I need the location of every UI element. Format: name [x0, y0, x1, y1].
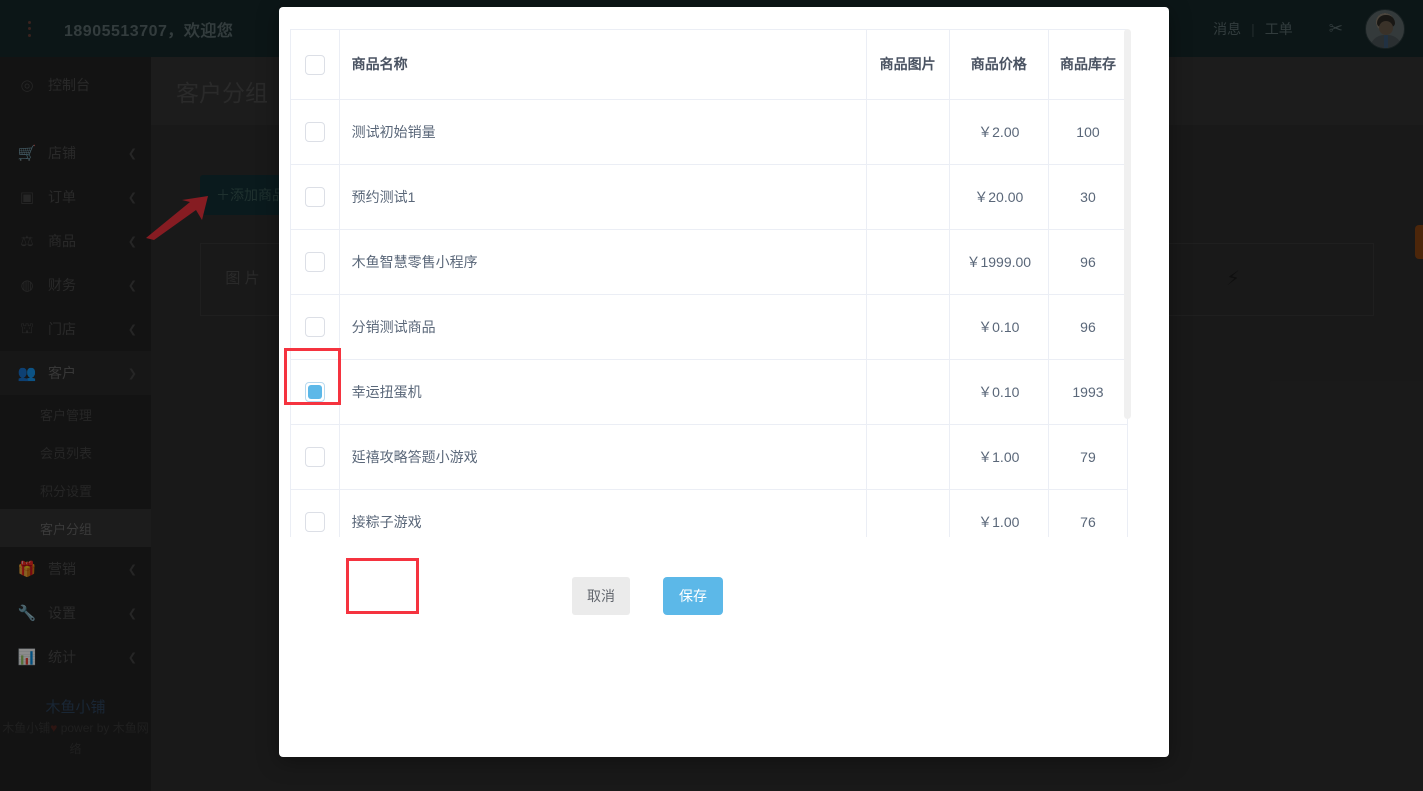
cell-product-image — [866, 165, 949, 230]
table-row[interactable]: 接粽子游戏 ￥1.0076 — [291, 490, 1128, 538]
modal-scrollbar-thumb[interactable] — [1124, 29, 1131, 419]
select-all-header — [291, 30, 340, 100]
row-checkbox-cell — [291, 425, 340, 490]
header-product-name: 商品名称 — [339, 30, 866, 100]
cell-product-name: 测试初始销量 — [339, 100, 866, 165]
cell-product-stock: 79 — [1048, 425, 1127, 490]
header-product-image: 商品图片 — [866, 30, 949, 100]
cell-product-image — [866, 360, 949, 425]
cell-product-image — [866, 295, 949, 360]
cell-product-name: 预约测试1 — [339, 165, 866, 230]
row-checkbox[interactable] — [305, 252, 325, 272]
modal-footer: 取消 保存 123 — [279, 543, 1169, 643]
cell-product-stock: 100 — [1048, 100, 1127, 165]
select-all-checkbox[interactable] — [305, 55, 325, 75]
cell-product-price: ￥0.10 — [949, 360, 1048, 425]
cancel-button[interactable]: 取消 — [572, 577, 630, 615]
cell-product-stock: 30 — [1048, 165, 1127, 230]
save-button-wrapper: 保存 — [651, 565, 735, 627]
save-button[interactable]: 保存 — [663, 577, 723, 615]
modal-body: 商品名称 商品图片 商品价格 商品库存 测试初始销量 ￥2.00100 预约测试1 ￥… — [279, 7, 1169, 537]
cell-product-name: 幸运扭蛋机 — [339, 360, 866, 425]
products-table-body: 测试初始销量 ￥2.00100 预约测试1 ￥20.0030 木鱼智慧零售小程序 ￥199… — [291, 100, 1128, 538]
row-checkbox-cell — [291, 165, 340, 230]
products-table-head: 商品名称 商品图片 商品价格 商品库存 — [291, 30, 1128, 100]
checkbox-fill — [308, 385, 322, 399]
table-row[interactable]: 预约测试1 ￥20.0030 — [291, 165, 1128, 230]
cell-product-name: 延禧攻略答题小游戏 — [339, 425, 866, 490]
cell-product-name: 分销测试商品 — [339, 295, 866, 360]
row-checkbox-cell — [291, 360, 340, 425]
product-picker-modal: 商品名称 商品图片 商品价格 商品库存 测试初始销量 ￥2.00100 预约测试1 ￥… — [279, 7, 1169, 757]
products-table: 商品名称 商品图片 商品价格 商品库存 测试初始销量 ￥2.00100 预约测试1 ￥… — [290, 29, 1128, 537]
cell-product-stock: 76 — [1048, 490, 1127, 538]
cell-product-name: 接粽子游戏 — [339, 490, 866, 538]
table-row[interactable]: 延禧攻略答题小游戏 ￥1.0079 — [291, 425, 1128, 490]
row-checkbox[interactable] — [305, 512, 325, 532]
row-checkbox[interactable] — [305, 447, 325, 467]
table-row[interactable]: 测试初始销量 ￥2.00100 — [291, 100, 1128, 165]
table-header-row: 商品名称 商品图片 商品价格 商品库存 — [291, 30, 1128, 100]
row-checkbox-cell — [291, 100, 340, 165]
cell-product-price: ￥2.00 — [949, 100, 1048, 165]
cell-product-image — [866, 230, 949, 295]
cell-product-price: ￥20.00 — [949, 165, 1048, 230]
cell-product-name: 木鱼智慧零售小程序 — [339, 230, 866, 295]
modal-footer-buttons: 取消 保存 — [572, 565, 735, 627]
cell-product-stock: 1993 — [1048, 360, 1127, 425]
cell-product-price: ￥1999.00 — [949, 230, 1048, 295]
row-checkbox[interactable] — [305, 187, 325, 207]
row-checkbox-checked[interactable] — [305, 382, 325, 402]
cell-product-image — [866, 425, 949, 490]
table-row[interactable]: 木鱼智慧零售小程序 ￥1999.0096 — [291, 230, 1128, 295]
cell-product-price: ￥0.10 — [949, 295, 1048, 360]
row-checkbox-cell — [291, 230, 340, 295]
table-row[interactable]: 分销测试商品 ￥0.1096 — [291, 295, 1128, 360]
row-checkbox[interactable] — [305, 317, 325, 337]
cell-product-price: ￥1.00 — [949, 490, 1048, 538]
row-checkbox[interactable] — [305, 122, 325, 142]
cell-product-price: ￥1.00 — [949, 425, 1048, 490]
cell-product-image — [866, 100, 949, 165]
cell-product-image — [866, 490, 949, 538]
screen-root: 18905513707，欢迎您 消息 | 工单 ✂ ◎ 控制台 — [0, 0, 1423, 791]
table-row[interactable]: 幸运扭蛋机 ￥0.101993 — [291, 360, 1128, 425]
cell-product-stock: 96 — [1048, 230, 1127, 295]
header-product-price: 商品价格 — [949, 30, 1048, 100]
row-checkbox-cell — [291, 490, 340, 538]
row-checkbox-cell — [291, 295, 340, 360]
cell-product-stock: 96 — [1048, 295, 1127, 360]
header-product-stock: 商品库存 — [1048, 30, 1127, 100]
